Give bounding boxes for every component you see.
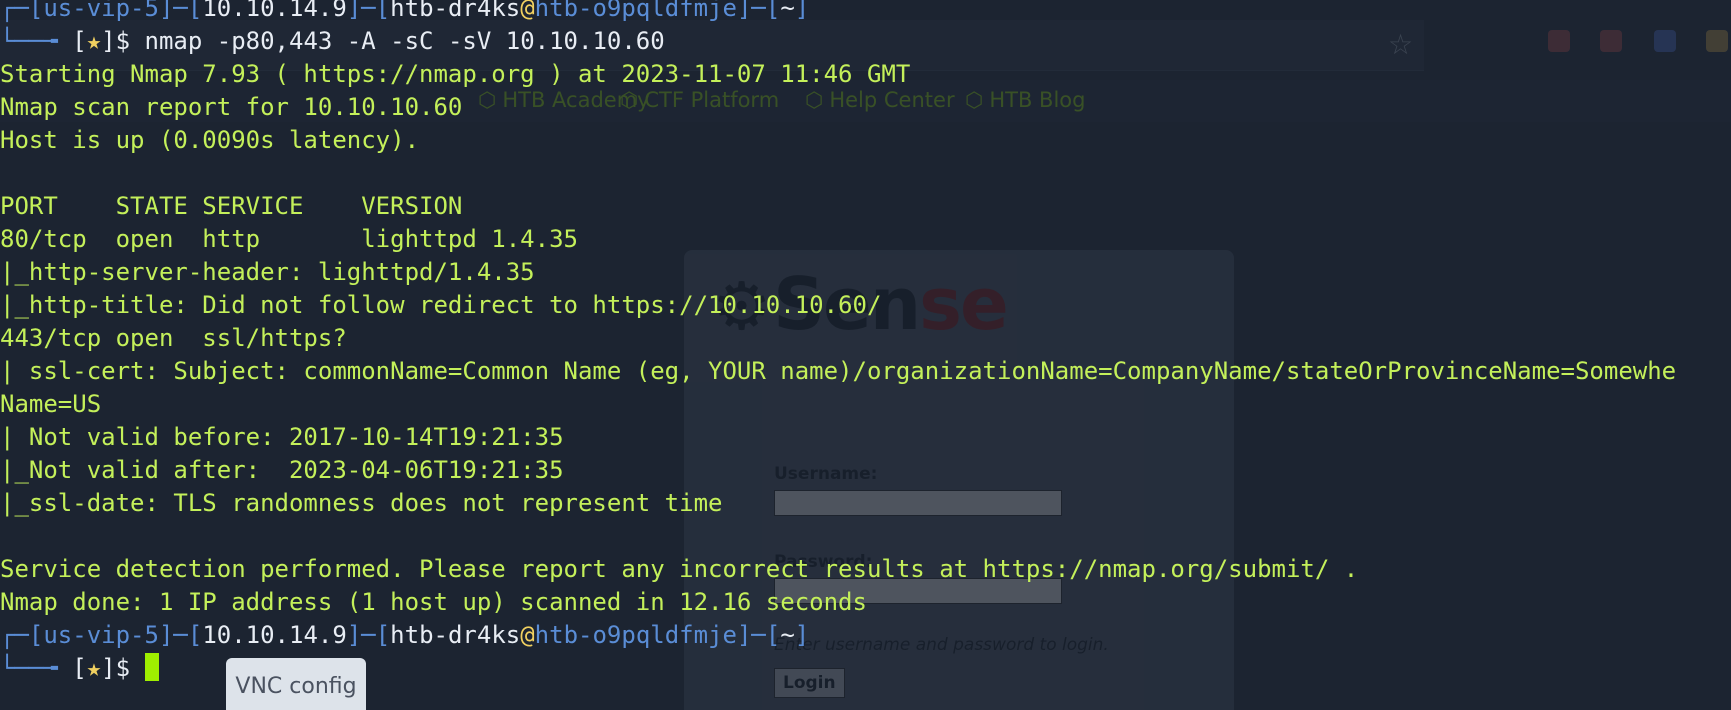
- output-line: |_http-title: Did not follow redirect to…: [0, 291, 882, 319]
- output-line: 80/tcp open http lighttpd 1.4.35: [0, 225, 578, 253]
- vnc-config-button[interactable]: VNC config: [226, 658, 366, 710]
- output-line: | Not valid before: 2017-10-14T19:21:35: [0, 423, 564, 451]
- text-cursor: [144, 653, 159, 681]
- desktop-screen: ☆ ⬡ HTB Academy ⬡ CTF Platform ⬡ Help Cente…: [0, 0, 1731, 710]
- nmap-command: nmap -p80,443 -A -sC -sV 10.10.10.60: [144, 27, 665, 55]
- output-line: 443/tcp open ssl/https?: [0, 324, 347, 352]
- output-line: |_ssl-date: TLS randomness does not repr…: [0, 489, 723, 517]
- output-line: Name=US: [0, 390, 102, 418]
- output-line: Starting Nmap 7.93 ( https://nmap.org ) …: [0, 60, 911, 88]
- terminal-window[interactable]: ┌─[us-vip-5]─[10.10.14.9]─[htb-dr4ks@htb…: [0, 0, 1731, 710]
- output-line: | ssl-cert: Subject: commonName=Common N…: [0, 357, 1677, 385]
- output-line: |_http-server-header: lighttpd/1.4.35: [0, 258, 535, 286]
- prompt-header-line: ┌─[us-vip-5]─[10.10.14.9]─[htb-dr4ks@htb…: [0, 0, 810, 22]
- command-line: └──╼ [★]$ nmap -p80,443 -A -sC -sV 10.10…: [0, 27, 665, 55]
- output-line: Nmap done: 1 IP address (1 host up) scan…: [0, 588, 867, 616]
- output-line: Nmap scan report for 10.10.10.60: [0, 93, 463, 121]
- output-line: PORT STATE SERVICE VERSION: [0, 192, 463, 220]
- output-line: Host is up (0.0090s latency).: [0, 126, 420, 154]
- input-line[interactable]: └──╼ [★]$: [0, 652, 159, 685]
- output-line: |_Not valid after: 2023-04-06T19:21:35: [0, 456, 564, 484]
- prompt-header-line: ┌─[us-vip-5]─[10.10.14.9]─[htb-dr4ks@htb…: [0, 621, 810, 649]
- output-line: Service detection performed. Please repo…: [0, 555, 1359, 583]
